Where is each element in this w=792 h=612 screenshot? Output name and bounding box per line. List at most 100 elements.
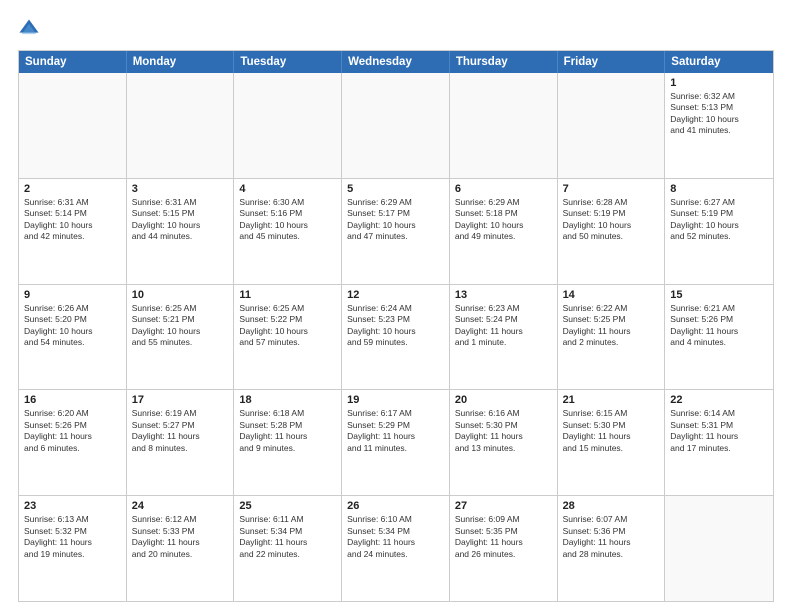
cell-info: Sunrise: 6:09 AM Sunset: 5:35 PM Dayligh… xyxy=(455,514,552,560)
calendar-cell xyxy=(342,73,450,178)
cell-info: Sunrise: 6:28 AM Sunset: 5:19 PM Dayligh… xyxy=(563,197,660,243)
day-header-thursday: Thursday xyxy=(450,51,558,73)
calendar-cell: 12 Sunrise: 6:24 AM Sunset: 5:23 PM Dayli… xyxy=(342,285,450,390)
day-header-tuesday: Tuesday xyxy=(234,51,342,73)
cell-date: 3 xyxy=(132,183,229,195)
calendar-cell: 8 Sunrise: 6:27 AM Sunset: 5:19 PM Daylig… xyxy=(665,179,773,284)
cell-info: Sunrise: 6:07 AM Sunset: 5:36 PM Dayligh… xyxy=(563,514,660,560)
cell-info: Sunrise: 6:13 AM Sunset: 5:32 PM Dayligh… xyxy=(24,514,121,560)
cell-info: Sunrise: 6:25 AM Sunset: 5:21 PM Dayligh… xyxy=(132,303,229,349)
cell-info: Sunrise: 6:26 AM Sunset: 5:20 PM Dayligh… xyxy=(24,303,121,349)
cell-date: 17 xyxy=(132,394,229,406)
cell-date: 1 xyxy=(670,77,768,89)
cell-info: Sunrise: 6:18 AM Sunset: 5:28 PM Dayligh… xyxy=(239,408,336,454)
calendar-cell: 24 Sunrise: 6:12 AM Sunset: 5:33 PM Dayli… xyxy=(127,496,235,601)
cell-date: 15 xyxy=(670,289,768,301)
cell-date: 27 xyxy=(455,500,552,512)
cell-info: Sunrise: 6:27 AM Sunset: 5:19 PM Dayligh… xyxy=(670,197,768,243)
header xyxy=(18,18,774,40)
page: SundayMondayTuesdayWednesdayThursdayFrid… xyxy=(0,0,792,612)
cell-date: 7 xyxy=(563,183,660,195)
calendar-cell: 9 Sunrise: 6:26 AM Sunset: 5:20 PM Daylig… xyxy=(19,285,127,390)
cell-date: 16 xyxy=(24,394,121,406)
calendar-cell: 19 Sunrise: 6:17 AM Sunset: 5:29 PM Dayli… xyxy=(342,390,450,495)
cell-date: 6 xyxy=(455,183,552,195)
calendar-cell: 20 Sunrise: 6:16 AM Sunset: 5:30 PM Dayli… xyxy=(450,390,558,495)
cell-date: 14 xyxy=(563,289,660,301)
cell-info: Sunrise: 6:32 AM Sunset: 5:13 PM Dayligh… xyxy=(670,91,768,137)
calendar-cell: 3 Sunrise: 6:31 AM Sunset: 5:15 PM Daylig… xyxy=(127,179,235,284)
cell-info: Sunrise: 6:15 AM Sunset: 5:30 PM Dayligh… xyxy=(563,408,660,454)
calendar-cell xyxy=(19,73,127,178)
cell-info: Sunrise: 6:19 AM Sunset: 5:27 PM Dayligh… xyxy=(132,408,229,454)
logo xyxy=(18,18,44,40)
calendar-cell: 14Sunrise: 6:22 AM Sunset: 5:25 PM Dayli… xyxy=(558,285,666,390)
cell-date: 11 xyxy=(239,289,336,301)
calendar-cell: 22 Sunrise: 6:14 AM Sunset: 5:31 PM Dayli… xyxy=(665,390,773,495)
cell-date: 19 xyxy=(347,394,444,406)
calendar-cell: 16 Sunrise: 6:20 AM Sunset: 5:26 PM Dayli… xyxy=(19,390,127,495)
calendar-cell: 6Sunrise: 6:29 AM Sunset: 5:18 PM Daylig… xyxy=(450,179,558,284)
calendar-cell: 21 Sunrise: 6:15 AM Sunset: 5:30 PM Dayli… xyxy=(558,390,666,495)
cell-info: Sunrise: 6:21 AM Sunset: 5:26 PM Dayligh… xyxy=(670,303,768,349)
cell-info: Sunrise: 6:12 AM Sunset: 5:33 PM Dayligh… xyxy=(132,514,229,560)
day-header-sunday: Sunday xyxy=(19,51,127,73)
cell-date: 24 xyxy=(132,500,229,512)
cell-date: 26 xyxy=(347,500,444,512)
calendar-body: 1 Sunrise: 6:32 AM Sunset: 5:13 PM Daylig… xyxy=(19,73,773,601)
cell-info: Sunrise: 6:20 AM Sunset: 5:26 PM Dayligh… xyxy=(24,408,121,454)
calendar-cell: 23 Sunrise: 6:13 AM Sunset: 5:32 PM Dayli… xyxy=(19,496,127,601)
cell-info: Sunrise: 6:24 AM Sunset: 5:23 PM Dayligh… xyxy=(347,303,444,349)
cell-info: Sunrise: 6:30 AM Sunset: 5:16 PM Dayligh… xyxy=(239,197,336,243)
cell-info: Sunrise: 6:17 AM Sunset: 5:29 PM Dayligh… xyxy=(347,408,444,454)
calendar-cell: 26Sunrise: 6:10 AM Sunset: 5:34 PM Dayli… xyxy=(342,496,450,601)
day-header-saturday: Saturday xyxy=(665,51,773,73)
calendar-row-4: 16 Sunrise: 6:20 AM Sunset: 5:26 PM Dayli… xyxy=(19,390,773,496)
calendar-cell: 15 Sunrise: 6:21 AM Sunset: 5:26 PM Dayli… xyxy=(665,285,773,390)
cell-date: 25 xyxy=(239,500,336,512)
calendar-cell: 25 Sunrise: 6:11 AM Sunset: 5:34 PM Dayli… xyxy=(234,496,342,601)
day-header-wednesday: Wednesday xyxy=(342,51,450,73)
calendar-cell: 17 Sunrise: 6:19 AM Sunset: 5:27 PM Dayli… xyxy=(127,390,235,495)
cell-info: Sunrise: 6:31 AM Sunset: 5:14 PM Dayligh… xyxy=(24,197,121,243)
calendar-row-2: 2 Sunrise: 6:31 AM Sunset: 5:14 PM Daylig… xyxy=(19,179,773,285)
day-header-monday: Monday xyxy=(127,51,235,73)
calendar-header: SundayMondayTuesdayWednesdayThursdayFrid… xyxy=(19,51,773,73)
cell-info: Sunrise: 6:16 AM Sunset: 5:30 PM Dayligh… xyxy=(455,408,552,454)
calendar-cell: 18Sunrise: 6:18 AM Sunset: 5:28 PM Dayli… xyxy=(234,390,342,495)
calendar-cell: 2 Sunrise: 6:31 AM Sunset: 5:14 PM Daylig… xyxy=(19,179,127,284)
day-header-friday: Friday xyxy=(558,51,666,73)
calendar-cell: 5 Sunrise: 6:29 AM Sunset: 5:17 PM Daylig… xyxy=(342,179,450,284)
cell-date: 23 xyxy=(24,500,121,512)
cell-date: 5 xyxy=(347,183,444,195)
calendar-cell: 1 Sunrise: 6:32 AM Sunset: 5:13 PM Daylig… xyxy=(665,73,773,178)
calendar-cell: 7 Sunrise: 6:28 AM Sunset: 5:19 PM Daylig… xyxy=(558,179,666,284)
calendar: SundayMondayTuesdayWednesdayThursdayFrid… xyxy=(18,50,774,602)
cell-date: 20 xyxy=(455,394,552,406)
calendar-cell xyxy=(127,73,235,178)
cell-info: Sunrise: 6:25 AM Sunset: 5:22 PM Dayligh… xyxy=(239,303,336,349)
calendar-row-3: 9 Sunrise: 6:26 AM Sunset: 5:20 PM Daylig… xyxy=(19,285,773,391)
cell-info: Sunrise: 6:11 AM Sunset: 5:34 PM Dayligh… xyxy=(239,514,336,560)
calendar-row-5: 23 Sunrise: 6:13 AM Sunset: 5:32 PM Dayli… xyxy=(19,496,773,601)
cell-info: Sunrise: 6:29 AM Sunset: 5:17 PM Dayligh… xyxy=(347,197,444,243)
cell-date: 21 xyxy=(563,394,660,406)
calendar-cell xyxy=(665,496,773,601)
cell-info: Sunrise: 6:14 AM Sunset: 5:31 PM Dayligh… xyxy=(670,408,768,454)
cell-date: 2 xyxy=(24,183,121,195)
calendar-cell: 4 Sunrise: 6:30 AM Sunset: 5:16 PM Daylig… xyxy=(234,179,342,284)
cell-date: 8 xyxy=(670,183,768,195)
cell-info: Sunrise: 6:23 AM Sunset: 5:24 PM Dayligh… xyxy=(455,303,552,349)
cell-info: Sunrise: 6:31 AM Sunset: 5:15 PM Dayligh… xyxy=(132,197,229,243)
calendar-cell: 28Sunrise: 6:07 AM Sunset: 5:36 PM Dayli… xyxy=(558,496,666,601)
cell-date: 9 xyxy=(24,289,121,301)
logo-icon xyxy=(18,18,40,40)
cell-date: 13 xyxy=(455,289,552,301)
cell-date: 12 xyxy=(347,289,444,301)
cell-date: 4 xyxy=(239,183,336,195)
calendar-cell xyxy=(450,73,558,178)
cell-date: 10 xyxy=(132,289,229,301)
calendar-row-1: 1 Sunrise: 6:32 AM Sunset: 5:13 PM Daylig… xyxy=(19,73,773,179)
cell-date: 22 xyxy=(670,394,768,406)
calendar-cell: 11 Sunrise: 6:25 AM Sunset: 5:22 PM Dayli… xyxy=(234,285,342,390)
